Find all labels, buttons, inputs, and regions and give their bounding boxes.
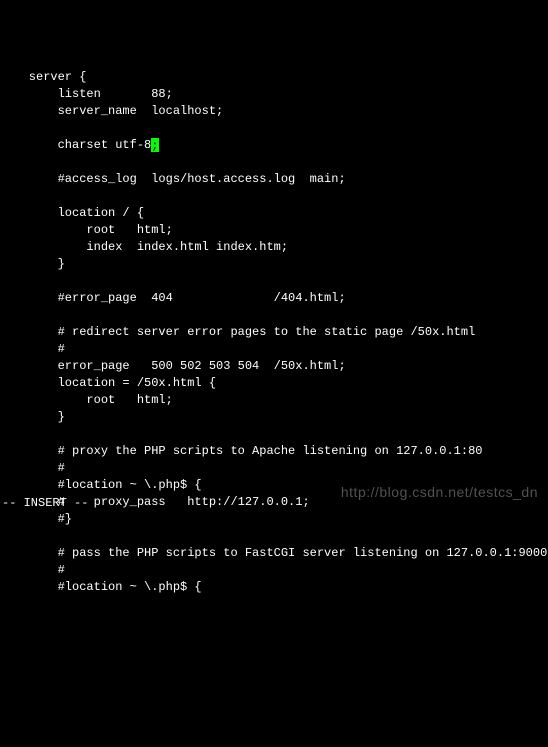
code-line: # pass the PHP scripts to FastCGI server… — [0, 545, 548, 562]
code-line — [0, 307, 548, 324]
watermark-text: http://blog.csdn.net/testcs_dn — [341, 483, 538, 503]
code-line: server_name localhost; — [0, 103, 548, 120]
code-line: charset utf-8; — [0, 137, 548, 154]
code-line — [0, 154, 548, 171]
code-line: } — [0, 409, 548, 426]
code-line: error_page 500 502 503 504 /50x.html; — [0, 358, 548, 375]
code-editor[interactable]: server { listen 88; server_name localhos… — [0, 67, 548, 596]
code-line: #} — [0, 511, 548, 528]
code-line: location / { — [0, 205, 548, 222]
cursor: ; — [151, 138, 159, 152]
code-line: location = /50x.html { — [0, 375, 548, 392]
code-line: #access_log logs/host.access.log main; — [0, 171, 548, 188]
code-line: # redirect server error pages to the sta… — [0, 324, 548, 341]
code-line: } — [0, 256, 548, 273]
code-line: #location ~ \.php$ { — [0, 579, 548, 596]
code-line: root html; — [0, 392, 548, 409]
code-line: # — [0, 460, 548, 477]
code-line: # proxy the PHP scripts to Apache listen… — [0, 443, 548, 460]
code-line — [0, 528, 548, 545]
vim-status-line: -- INSERT -- — [2, 495, 88, 512]
code-line: # — [0, 562, 548, 579]
code-line: #error_page 404 /404.html; — [0, 290, 548, 307]
code-line: index index.html index.htm; — [0, 239, 548, 256]
code-line — [0, 273, 548, 290]
code-line: listen 88; — [0, 86, 548, 103]
code-line: # — [0, 341, 548, 358]
code-line: root html; — [0, 222, 548, 239]
code-line — [0, 120, 548, 137]
code-line — [0, 188, 548, 205]
code-line — [0, 426, 548, 443]
code-line: server { — [0, 69, 548, 86]
